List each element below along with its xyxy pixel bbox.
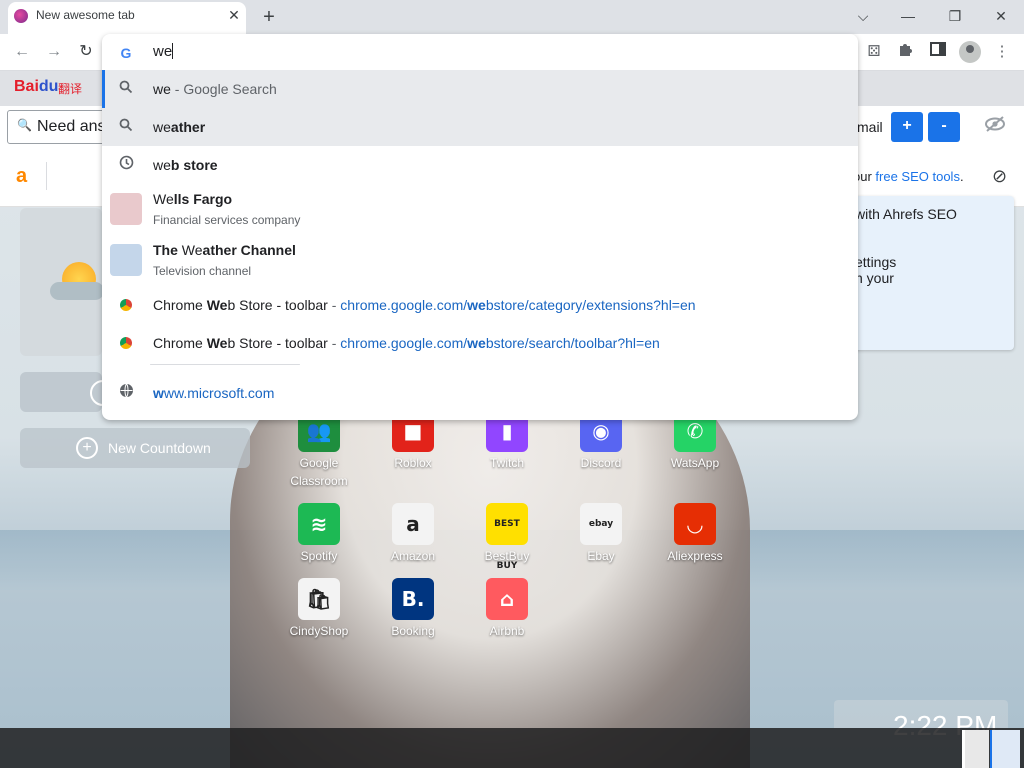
ahrefs-tagline: our free SEO tools. bbox=[853, 169, 964, 184]
toolbar-divider bbox=[46, 162, 47, 190]
app-label: Booking bbox=[391, 624, 435, 638]
amazon-icon: a bbox=[392, 503, 434, 545]
app-tile-watsapp[interactable]: ✆ WatsApp bbox=[645, 410, 745, 480]
app-label: Twitch bbox=[489, 456, 524, 470]
tab-favicon-icon bbox=[14, 9, 28, 23]
extensions-puzzle-icon[interactable] bbox=[895, 41, 917, 63]
aliexpress-icon: ◡ bbox=[674, 503, 716, 545]
app-label: Aliexpress bbox=[667, 549, 723, 563]
new-countdown-label: New Countdown bbox=[108, 440, 211, 456]
app-tile-booking[interactable]: B. Booking bbox=[363, 578, 463, 648]
app-label: Airbnb bbox=[489, 624, 525, 638]
zoom-out-button[interactable]: - bbox=[928, 112, 960, 142]
app-tile-airbnb[interactable]: ⌂ Airbnb bbox=[457, 578, 557, 648]
app-label: BestBuy bbox=[484, 549, 530, 563]
airbnb-icon: ⌂ bbox=[486, 578, 528, 620]
suggestion-text: we - Google Search bbox=[153, 81, 277, 97]
ahrefs-popup-line: with Ahrefs SEO bbox=[855, 206, 957, 222]
block-icon[interactable]: ⊘ bbox=[992, 166, 1007, 187]
ahrefs-popup-line: ettings bbox=[855, 254, 897, 270]
suggestion-subtitle: Financial services company bbox=[153, 213, 301, 227]
search-icon bbox=[116, 117, 136, 137]
tab-title: New awesome tab bbox=[36, 8, 135, 22]
app-label: Spotify bbox=[300, 549, 338, 563]
eye-off-icon[interactable] bbox=[982, 115, 1008, 139]
restore-button[interactable]: ❐ bbox=[937, 4, 973, 28]
close-tab-icon[interactable]: ✕ bbox=[224, 5, 244, 25]
free-seo-tools-link[interactable]: free SEO tools bbox=[875, 169, 960, 184]
forward-button[interactable]: → bbox=[42, 40, 66, 64]
baidu-fanyi-label: 翻译 bbox=[58, 82, 83, 96]
suggestion-text: Chrome Web Store - toolbar - chrome.goog… bbox=[153, 335, 660, 351]
chrome-web-store-icon bbox=[120, 337, 132, 349]
selection-indicator bbox=[102, 70, 105, 108]
taskbar-app-icon[interactable] bbox=[962, 730, 989, 768]
ahrefs-popup-line: n your bbox=[855, 270, 894, 286]
app-tile-spotify[interactable]: ≋ Spotify bbox=[269, 503, 369, 573]
profile-avatar-icon[interactable] bbox=[959, 41, 981, 63]
app-tile-cindyshop[interactable]: 🛍 CindyShop bbox=[269, 578, 369, 648]
app-tile-aliexpress[interactable]: ◡ Aliexpress bbox=[645, 503, 745, 573]
suggestion-text: weather bbox=[153, 119, 206, 135]
answer-search-text: Need ans bbox=[37, 118, 106, 135]
plus-circle-icon: + bbox=[76, 437, 98, 459]
bestbuy-icon: BEST BUY bbox=[486, 503, 528, 571]
ebay-icon: ebay bbox=[580, 503, 622, 545]
weather-channel-thumbnail bbox=[110, 244, 142, 276]
taskbar-app-icon[interactable] bbox=[990, 730, 1020, 768]
app-label: Google bbox=[299, 456, 339, 470]
app-tile-ebay[interactable]: ebay Ebay bbox=[551, 503, 651, 573]
app-tile-bestbuy[interactable]: BEST BUY BestBuy bbox=[457, 503, 557, 573]
more-menu-icon[interactable]: ⋮ bbox=[991, 41, 1013, 63]
back-button[interactable]: ← bbox=[10, 40, 34, 64]
side-panel-icon[interactable] bbox=[927, 41, 949, 63]
app-tile-twitch[interactable]: ▮ Twitch bbox=[457, 410, 557, 480]
app-tile-discord[interactable]: ◉ Discord bbox=[551, 410, 651, 480]
app-label: Discord bbox=[580, 456, 622, 470]
app-label: CindyShop bbox=[289, 624, 349, 638]
app-label: Ebay bbox=[587, 549, 615, 563]
wells-fargo-thumbnail bbox=[110, 193, 142, 225]
suggestion-text: The Weather Channel bbox=[153, 242, 296, 258]
suggestion-divider bbox=[150, 364, 300, 365]
globe-icon bbox=[116, 383, 136, 403]
tab-search-chevron-icon[interactable]: ⌵ bbox=[845, 4, 881, 28]
app-tile-amazon[interactable]: a Amazon bbox=[363, 503, 463, 573]
close-window-button[interactable]: ✕ bbox=[983, 4, 1019, 28]
app-label: Amazon bbox=[390, 549, 436, 563]
taskbar bbox=[0, 728, 1024, 768]
mail-label: mail bbox=[857, 119, 883, 135]
zoom-in-button[interactable]: + bbox=[891, 112, 923, 142]
suggestion-text: web store bbox=[153, 157, 218, 173]
suggestion-text: Chrome Web Store - toolbar - chrome.goog… bbox=[153, 297, 696, 313]
baidu-bookmark[interactable]: Baidu bbox=[14, 78, 58, 96]
google-g-icon: G bbox=[120, 45, 132, 61]
extension-dice-icon[interactable]: ⚄ bbox=[863, 41, 885, 63]
new-tab-button[interactable]: + bbox=[256, 4, 282, 30]
weather-cloud-icon bbox=[50, 282, 104, 300]
search-icon bbox=[116, 79, 136, 99]
minimize-button[interactable]: — bbox=[890, 4, 926, 28]
ahrefs-logo[interactable]: a bbox=[16, 165, 27, 188]
app-tile-roblox[interactable]: ■ Roblox bbox=[363, 410, 463, 480]
chrome-web-store-icon bbox=[120, 299, 132, 311]
app-tile-google-classroom[interactable]: 👥 Google Classroom bbox=[269, 410, 369, 488]
reload-button[interactable]: ↻ bbox=[74, 40, 98, 64]
history-clock-icon bbox=[116, 155, 136, 175]
booking-icon: B. bbox=[392, 578, 434, 620]
cindyshop-icon: 🛍 bbox=[298, 578, 340, 620]
suggestion-text: www.microsoft.com bbox=[153, 385, 275, 401]
suggestion-subtitle: Television channel bbox=[153, 264, 252, 278]
spotify-icon: ≋ bbox=[298, 503, 340, 545]
app-label: Roblox bbox=[394, 456, 432, 470]
suggestion-text: Wells Fargo bbox=[153, 191, 233, 207]
omnibox-input[interactable]: we bbox=[153, 43, 174, 60]
search-icon: 🔍 bbox=[17, 118, 32, 132]
suggestion-row[interactable] bbox=[102, 108, 858, 146]
app-label: WatsApp bbox=[670, 456, 720, 470]
app-label: Classroom bbox=[290, 474, 348, 488]
